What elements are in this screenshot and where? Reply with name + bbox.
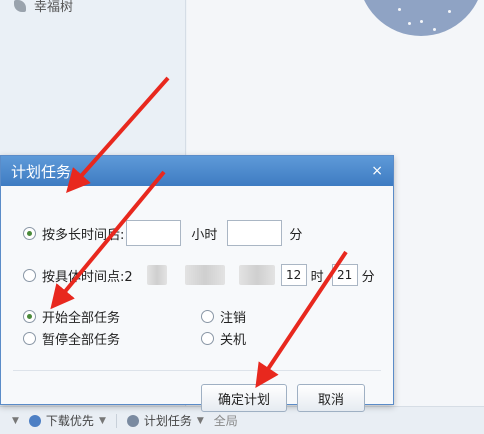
chevron-down-icon: ▼: [196, 415, 204, 426]
option-time-point-radio[interactable]: [23, 268, 36, 282]
divider: [115, 413, 117, 428]
scheduled-task-menu[interactable]: 计划任务 ▼: [126, 412, 204, 429]
action-start-all[interactable]: 开始全部任务: [23, 307, 120, 326]
chevron-down-icon: ▼: [98, 415, 106, 426]
hours-input[interactable]: [126, 220, 182, 246]
minute-unit-label: 分: [361, 269, 375, 285]
dialog-titlebar[interactable]: 计划任务 ×: [1, 156, 393, 186]
hour-unit-label: 时: [310, 269, 324, 285]
logout-radio[interactable]: [201, 310, 214, 323]
shutdown-label: 关机: [220, 333, 247, 348]
start-all-radio[interactable]: [23, 310, 36, 323]
leaf-icon: [14, 0, 26, 12]
sidebar-item-label: 幸福树: [34, 0, 74, 15]
date-field-obscured[interactable]: [184, 265, 225, 285]
confirm-plan-button[interactable]: 确定计划: [201, 384, 287, 412]
option-duration-label: 按多长时间后:: [42, 227, 125, 243]
chevron-down-icon[interactable]: ▼: [12, 416, 19, 426]
close-icon[interactable]: ×: [371, 163, 383, 179]
sidebar-item[interactable]: 幸福树: [14, 0, 73, 15]
dialog-title: 计划任务: [11, 162, 72, 181]
action-shutdown[interactable]: 关机: [201, 329, 246, 348]
action-pause-all[interactable]: 暂停全部任务: [23, 329, 120, 348]
date-field-obscured[interactable]: [238, 265, 275, 285]
minutes-input[interactable]: [227, 220, 283, 246]
cancel-button[interactable]: 取消: [297, 384, 365, 412]
option-time-point-row: 按具体时间点:2 12 时 21 分: [23, 264, 375, 286]
download-priority-label: 下载优先: [45, 414, 94, 428]
global-label[interactable]: 全局: [214, 412, 238, 429]
pause-all-label: 暂停全部任务: [42, 333, 121, 348]
hour-unit-label: 小时: [191, 227, 218, 243]
option-duration-row: 按多长时间后: 小时 分: [23, 220, 302, 246]
option-duration-radio[interactable]: [23, 226, 36, 240]
shutdown-radio[interactable]: [201, 332, 214, 345]
action-logout[interactable]: 注销: [201, 307, 246, 326]
scheduled-task-dialog: 计划任务 × 按多长时间后: 小时 分 按具体时间点:2 12 时 21 分 开…: [0, 155, 394, 412]
minute-stepper[interactable]: 21: [331, 264, 358, 286]
date-field-obscured[interactable]: [146, 265, 167, 285]
minute-unit-label: 分: [289, 227, 303, 243]
hour-stepper[interactable]: 12: [280, 264, 307, 286]
divider: [13, 370, 381, 371]
start-all-label: 开始全部任务: [42, 311, 121, 326]
download-priority-menu[interactable]: 下载优先 ▼: [28, 412, 106, 429]
check-circle-icon: [28, 414, 41, 427]
scheduled-task-label: 计划任务: [143, 414, 192, 428]
option-time-point-label: 按具体时间点:2: [42, 269, 133, 285]
pause-all-radio[interactable]: [23, 332, 36, 345]
logout-label: 注销: [220, 311, 247, 326]
clock-icon: [126, 414, 139, 427]
